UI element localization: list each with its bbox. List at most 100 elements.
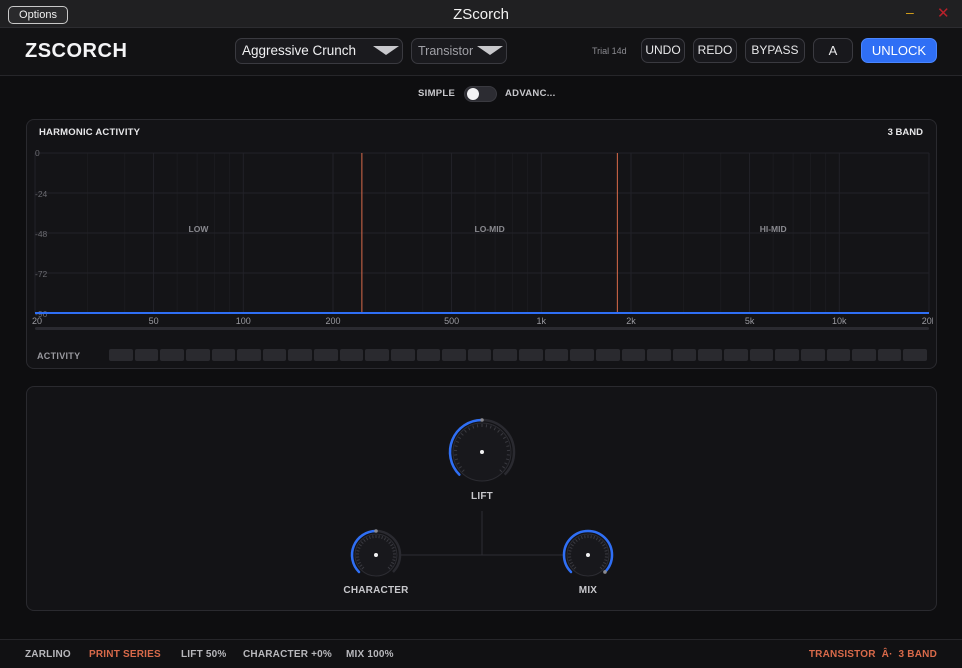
character-knob-center [374, 553, 378, 557]
activity-segment [493, 349, 517, 361]
trial-badge: Trial 14d [592, 46, 627, 56]
activity-segment [570, 349, 594, 361]
activity-segment [339, 349, 364, 361]
activity-segment [647, 349, 671, 361]
footer-series: PRINT SERIES [89, 649, 161, 660]
activity-segment [595, 349, 620, 361]
activity-segment [749, 349, 774, 361]
redo-button[interactable]: REDO [693, 38, 737, 63]
activity-segment [877, 349, 902, 361]
panel-title: HARMONIC ACTIVITY [39, 127, 141, 138]
y-tick-label: -48 [35, 229, 48, 239]
footer-brand: ZARLINO [25, 649, 71, 660]
activity-segment [262, 349, 287, 361]
lift-label: LIFT [471, 491, 493, 502]
activity-meter [109, 349, 927, 361]
activity-segment [852, 349, 876, 361]
activity-segment [826, 349, 851, 361]
activity-segment [237, 349, 261, 361]
harmonic-activity-panel: HARMONIC ACTIVITY 3 BAND 20 50 100 200 500 1k… [26, 119, 937, 369]
activity-segment [544, 349, 569, 361]
activity-segment [698, 349, 722, 361]
mix-knob[interactable] [562, 529, 614, 577]
close-icon[interactable]: ✕ [937, 4, 950, 22]
x-tick-label: 2k [626, 316, 636, 326]
advanced-label: ADVANC... [505, 88, 556, 99]
activity-segment [134, 349, 159, 361]
footer-character: CHARACTER +0% [243, 649, 333, 660]
lift-knob-tick [454, 445, 458, 447]
plugin-header: ZSCORCH Aggressive Crunch Transistor Tri… [0, 28, 962, 76]
band-label: HI-MID [760, 224, 787, 234]
mix-knob-tick [604, 550, 608, 552]
activity-segment [416, 349, 441, 361]
mix-knob-tick [590, 535, 592, 539]
footer-lift: LIFT 50% [181, 649, 227, 660]
spectrum-plot[interactable]: 20501002005001k2k5k10k20k0-24-48-72-96LO… [31, 148, 933, 330]
mix-knob-tick [568, 550, 572, 552]
mix-knob-center [586, 553, 590, 557]
y-tick-label: -24 [35, 189, 48, 199]
lift-knob-tick [476, 424, 479, 428]
status-footer: ZARLINO PRINT SERIES LIFT 50% CHARACTER … [0, 639, 962, 668]
bypass-button[interactable]: BYPASS [745, 38, 805, 63]
activity-segment [160, 349, 184, 361]
activity-segment [185, 349, 210, 361]
x-tick-label: 10k [832, 316, 847, 326]
activity-segment [109, 349, 133, 361]
undo-button[interactable]: UNDO [641, 38, 685, 63]
mode-name: Transistor [418, 44, 474, 58]
mix-knob-tick [584, 535, 586, 539]
band-count-badge: 3 BAND [887, 127, 923, 138]
x-tick-label: 1k [537, 316, 547, 326]
toggle-knob [467, 88, 479, 100]
x-tick-label: 500 [444, 316, 459, 326]
x-tick-label: 200 [325, 316, 340, 326]
ab-compare-button[interactable]: A [813, 38, 853, 63]
plot-scrollbar[interactable] [35, 327, 929, 330]
lift-knob-pointer [480, 418, 484, 422]
band-label: LO-MID [475, 224, 505, 234]
minimize-icon[interactable]: – [906, 4, 914, 20]
lift-knob-center [480, 450, 484, 454]
activity-segment [467, 349, 492, 361]
window-title: ZScorch [453, 6, 509, 23]
activity-segment [775, 349, 799, 361]
unlock-button[interactable]: UNLOCK [861, 38, 937, 63]
mix-label: MIX [578, 585, 598, 596]
activity-segment [442, 349, 466, 361]
character-knob-tick [378, 535, 380, 539]
activity-segment [621, 349, 646, 361]
character-knob-pointer [374, 529, 378, 533]
character-knob-tick [372, 535, 374, 539]
activity-segment [365, 349, 389, 361]
character-knob-tick [392, 550, 396, 552]
chevron-down-icon [477, 46, 503, 55]
activity-segment [211, 349, 236, 361]
mode-dropdown[interactable]: Transistor [411, 38, 507, 64]
x-tick-label: 5k [745, 316, 755, 326]
footer-mix: MIX 100% [346, 649, 394, 660]
y-tick-label: 0 [35, 148, 40, 158]
activity-segment [800, 349, 825, 361]
footer-mode-status: TRANSISTOR Â· 3 BAND [808, 649, 937, 660]
x-tick-label: 100 [236, 316, 251, 326]
mix-knob-pointer [603, 570, 607, 574]
activity-segment [903, 349, 927, 361]
lift-knob[interactable] [448, 418, 516, 482]
activity-segment [314, 349, 338, 361]
chevron-down-icon [373, 46, 399, 55]
y-tick-label: -72 [35, 269, 48, 279]
band-label: LOW [189, 224, 210, 234]
simple-advanced-toggle[interactable] [464, 86, 497, 102]
lift-knob-tick [485, 424, 488, 428]
preset-dropdown[interactable]: Aggressive Crunch [235, 38, 403, 64]
x-tick-label: 20k [922, 316, 933, 326]
preset-name: Aggressive Crunch [242, 43, 357, 58]
knob-panel: LIFT CHARACTER MIX [26, 386, 937, 611]
brand-logo: ZSCORCH [25, 40, 128, 62]
activity-segment [724, 349, 748, 361]
title-bar: Options ZScorch – ✕ [0, 0, 962, 28]
character-knob[interactable] [350, 529, 402, 577]
activity-segment [672, 349, 697, 361]
